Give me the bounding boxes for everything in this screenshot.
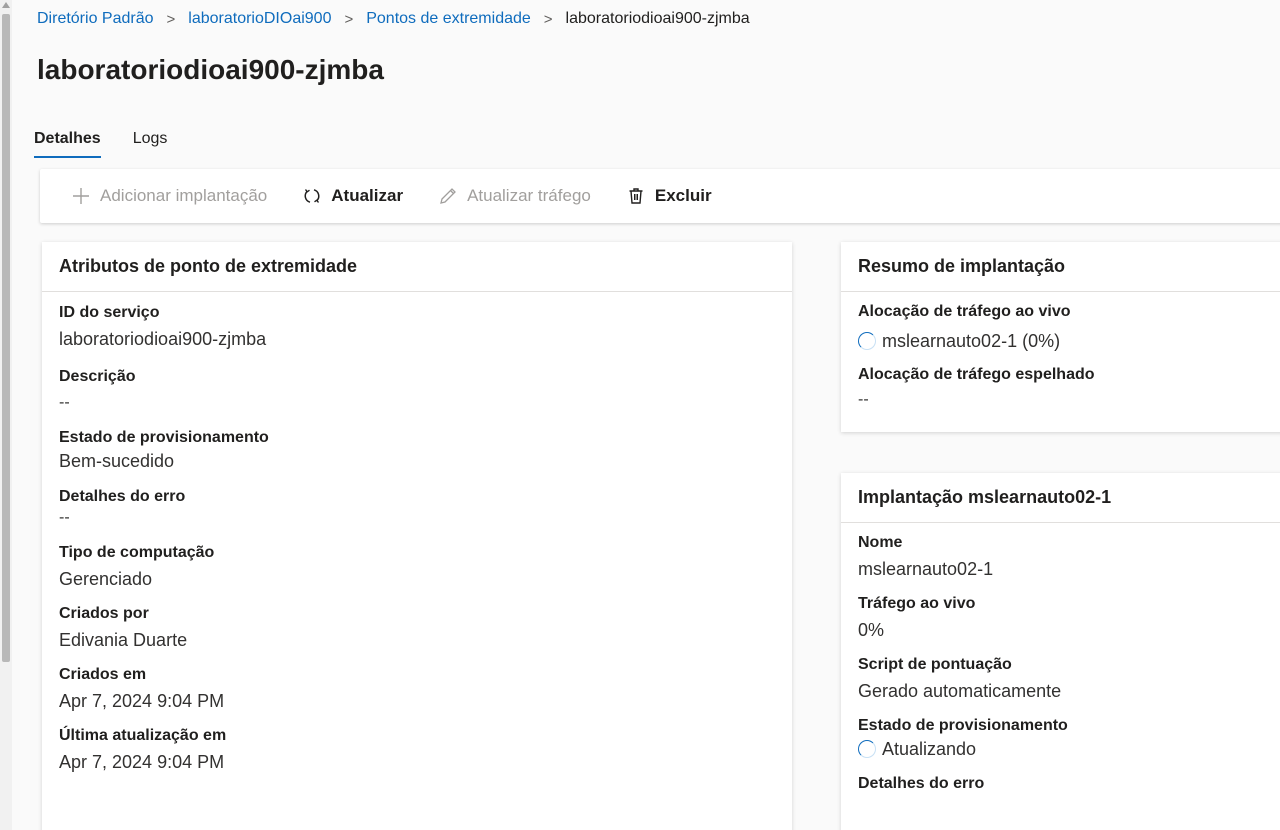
tab-list: Detalhes Logs <box>34 128 199 158</box>
field-value: 0% <box>858 620 885 640</box>
field-value: Bem-sucedido <box>59 451 175 471</box>
field-service-id: ID do serviço laboratoriodioai900-zjmba <box>42 303 792 350</box>
field-live-traffic-allocation: Alocação de tráfego ao vivo mslearnauto0… <box>841 302 1280 352</box>
field-label: Criados em <box>59 666 147 683</box>
deployment-details-title: Implantação mslearnauto02-1 <box>841 473 1280 523</box>
provisioning-status: Atualizando <box>858 738 1280 760</box>
field-label: Nome <box>858 534 903 551</box>
delete-button[interactable]: Excluir <box>625 185 712 207</box>
breadcrumb-item-directory[interactable]: Diretório Padrão <box>37 10 154 28</box>
field-created-by: Criados por Edivania Duarte <box>42 604 792 651</box>
field-value: Apr 7, 2024 9:04 PM <box>59 691 225 711</box>
field-label: Tráfego ao vivo <box>858 595 976 612</box>
field-error-details: Detalhes do erro -- <box>42 487 792 529</box>
vertical-scrollbar[interactable] <box>0 0 12 830</box>
field-label: Script de pontuação <box>858 656 1012 673</box>
field-compute-type: Tipo de computação Gerenciado <box>42 543 792 590</box>
plus-icon <box>70 185 92 207</box>
field-value: Apr 7, 2024 9:04 PM <box>59 752 225 772</box>
add-deployment-label: Adicionar implantação <box>100 186 268 205</box>
field-value: Gerado automaticamente <box>858 681 1062 701</box>
field-label: Estado de provisionamento <box>858 717 1068 734</box>
field-provisioning-state: Estado de provisionamento Atualizando <box>841 716 1280 760</box>
tab-details[interactable]: Detalhes <box>34 128 101 158</box>
field-label: Criados por <box>59 605 149 622</box>
field-value: Edivania Duarte <box>59 630 188 650</box>
field-last-updated: Última atualização em Apr 7, 2024 9:04 P… <box>42 726 792 773</box>
field-value: -- <box>59 509 70 526</box>
refresh-label: Atualizar <box>331 186 404 205</box>
delete-label: Excluir <box>654 186 712 205</box>
field-label: ID do serviço <box>59 304 160 321</box>
breadcrumb-current: laboratoriodioai900-zjmba <box>565 10 750 27</box>
chevron-right-icon: > <box>543 10 553 28</box>
deployment-summary-card: Resumo de implantação Alocação de tráfeg… <box>841 242 1280 432</box>
field-created-at: Criados em Apr 7, 2024 9:04 PM <box>42 665 792 712</box>
live-traffic-value: mslearnauto02-1 (0%) <box>882 331 1061 351</box>
add-deployment-button[interactable]: Adicionar implantação <box>70 185 267 207</box>
spinner-icon <box>858 332 876 350</box>
provisioning-status-value: Atualizando <box>882 739 977 759</box>
field-error-details: Detalhes do erro <box>841 774 1280 794</box>
breadcrumb: Diretório Padrão > laboratorioDIOai900 >… <box>37 8 750 30</box>
field-label: Detalhes do erro <box>59 488 186 505</box>
command-bar: Adicionar implantação Atualizar Atualiza… <box>40 169 1280 223</box>
field-value: Gerenciado <box>59 569 153 589</box>
refresh-button[interactable]: Atualizar <box>301 185 403 207</box>
field-value: -- <box>59 394 70 411</box>
scrollbar-thumb[interactable] <box>2 14 10 662</box>
field-scoring-script: Script de pontuação Gerado automaticamen… <box>841 655 1280 702</box>
field-label: Alocação de tráfego ao vivo <box>858 303 1071 320</box>
field-label: Estado de provisionamento <box>59 429 269 446</box>
field-value: -- <box>858 391 869 408</box>
field-label: Alocação de tráfego espelhado <box>858 366 1095 383</box>
page: Diretório Padrão > laboratorioDIOai900 >… <box>12 0 1280 830</box>
field-value: laboratoriodioai900-zjmba <box>59 329 267 349</box>
breadcrumb-item-workspace[interactable]: laboratorioDIOai900 <box>188 10 331 28</box>
chevron-right-icon: > <box>344 10 354 28</box>
field-value: mslearnauto02-1 <box>858 559 994 579</box>
deployment-summary-title: Resumo de implantação <box>841 242 1280 292</box>
chevron-right-icon: > <box>166 10 176 28</box>
breadcrumb-item-endpoints[interactable]: Pontos de extremidade <box>366 10 531 28</box>
update-traffic-button[interactable]: Atualizar tráfego <box>437 185 591 207</box>
field-name: Nome mslearnauto02-1 <box>841 533 1280 580</box>
trash-icon <box>625 185 647 207</box>
field-label: Descrição <box>59 368 136 385</box>
spinner-icon <box>858 740 876 758</box>
tab-logs[interactable]: Logs <box>133 128 168 158</box>
update-traffic-label: Atualizar tráfego <box>467 186 591 205</box>
field-provisioning-state: Estado de provisionamento Bem-sucedido <box>42 428 792 472</box>
field-live-traffic: Tráfego ao vivo 0% <box>841 594 1280 641</box>
field-label: Detalhes do erro <box>858 775 985 792</box>
page-title: laboratoriodioai900-zjmba <box>37 54 384 85</box>
endpoint-attributes-title: Atributos de ponto de extremidade <box>42 242 792 292</box>
endpoint-attributes-card: Atributos de ponto de extremidade ID do … <box>42 242 792 830</box>
live-traffic-deployment[interactable]: mslearnauto02-1 (0%) <box>858 330 1280 352</box>
field-label: Tipo de computação <box>59 544 215 561</box>
deployment-details-card: Implantação mslearnauto02-1 Nome mslearn… <box>841 473 1280 830</box>
field-mirror-traffic-allocation: Alocação de tráfego espelhado -- <box>841 365 1280 411</box>
field-label: Última atualização em <box>59 727 227 744</box>
refresh-icon <box>301 185 323 207</box>
pencil-icon <box>437 185 459 207</box>
scroll-up-arrow-icon[interactable] <box>2 2 10 8</box>
field-description: Descrição -- <box>42 367 792 414</box>
